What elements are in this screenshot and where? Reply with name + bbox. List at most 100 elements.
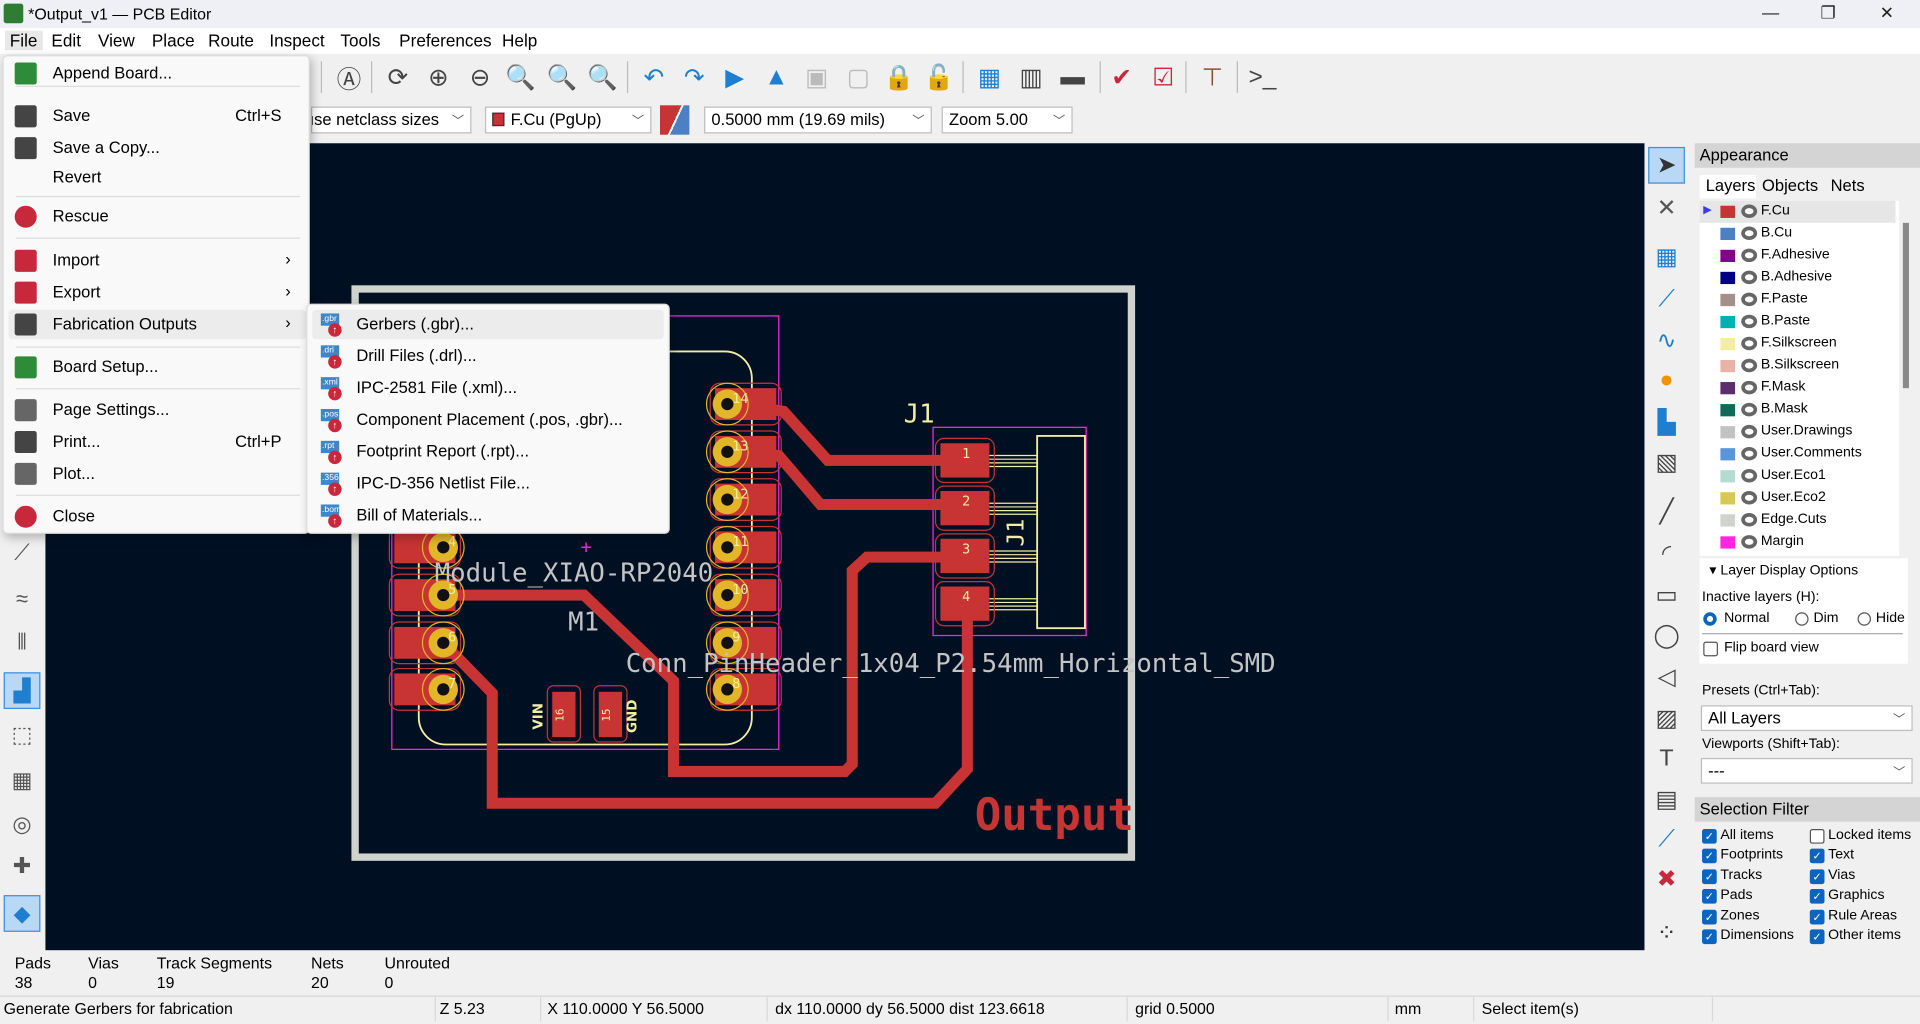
- layer-row-user-eco2[interactable]: User.Eco2: [1700, 487, 1896, 509]
- submenu-item-bom[interactable]: .bom ↑ Bill of Materials...: [312, 501, 663, 530]
- drc-button[interactable]: ✔: [1104, 60, 1138, 94]
- scripting-console-button[interactable]: >_: [1245, 60, 1279, 94]
- menu-item-append-board[interactable]: Append Board...: [9, 59, 307, 88]
- draw-circle-button[interactable]: ◯: [1648, 617, 1685, 654]
- layer-color-swatch[interactable]: [1720, 293, 1736, 307]
- layer-row-b-mask[interactable]: B.Mask: [1700, 399, 1896, 421]
- local-ratsnest-button[interactable]: ✕: [1648, 190, 1685, 227]
- rotate-cw-button[interactable]: ↷: [677, 60, 711, 94]
- layer-row-b-adhesive[interactable]: B.Adhesive: [1700, 267, 1896, 289]
- find-button[interactable]: Ⓐ: [332, 60, 366, 94]
- menu-item-plot[interactable]: Plot...: [9, 459, 307, 488]
- eye-icon[interactable]: [1741, 358, 1758, 373]
- add-image-button[interactable]: ▨: [1648, 700, 1685, 737]
- menu-help[interactable]: Help: [497, 31, 542, 51]
- menu-item-save-a-copy[interactable]: Save a Copy...: [9, 133, 307, 162]
- filter-checkbox-zones[interactable]: ✓: [1702, 909, 1717, 924]
- menu-item-board-setup[interactable]: Board Setup...: [9, 353, 307, 382]
- layer-color-swatch[interactable]: [1720, 426, 1736, 439]
- rotate-ccw-button[interactable]: ↶: [637, 60, 671, 94]
- radio-normal[interactable]: [1703, 612, 1717, 626]
- schematic-button[interactable]: ⊤: [1195, 60, 1229, 94]
- menu-view[interactable]: View: [93, 31, 140, 51]
- fill-zones-button[interactable]: ▟: [3, 672, 41, 709]
- viewports-select[interactable]: --- ﹀: [1700, 757, 1913, 784]
- add-dimension-button[interactable]: ⟋: [1648, 822, 1685, 859]
- presets-select[interactable]: All Layers ﹀: [1700, 705, 1913, 732]
- filter-checkbox-locked-items[interactable]: [1809, 828, 1825, 844]
- filter-checkbox-dimensions[interactable]: ✓: [1702, 929, 1717, 945]
- footprint-outline-button[interactable]: ▦: [4, 762, 41, 799]
- layer-color-swatch[interactable]: [1720, 448, 1736, 461]
- layer-color-swatch[interactable]: [1720, 536, 1736, 549]
- tab-nets[interactable]: Nets: [1824, 175, 1871, 199]
- filter-checkbox-tracks[interactable]: ✓: [1702, 869, 1717, 884]
- add-footprint-button[interactable]: ▦: [1648, 239, 1685, 276]
- eye-icon[interactable]: [1741, 226, 1758, 241]
- filter-checkbox-graphics[interactable]: ✓: [1809, 889, 1825, 904]
- footprint-editor-button[interactable]: ▬: [1056, 60, 1090, 94]
- graphic-outline-button[interactable]: ◆: [3, 895, 41, 932]
- route-track-button[interactable]: ⟋: [1648, 282, 1685, 319]
- menu-item-export[interactable]: Export ›: [9, 278, 307, 307]
- layer-color-swatch[interactable]: [1720, 470, 1736, 483]
- zoom-fit-button[interactable]: 🔍: [503, 60, 537, 94]
- eye-icon[interactable]: [1741, 314, 1758, 329]
- layer-row-margin[interactable]: Margin: [1700, 531, 1896, 553]
- menu-item-revert[interactable]: Revert: [9, 163, 307, 192]
- board-stats-button[interactable]: ☑: [1146, 60, 1180, 94]
- layer-color-swatch[interactable]: [1720, 514, 1736, 527]
- menu-item-import[interactable]: Import ›: [9, 246, 307, 275]
- radio-dim[interactable]: [1795, 612, 1809, 626]
- submenu-item-pos[interactable]: .pos ↑ Component Placement (.pos, .gbr)...: [312, 405, 663, 434]
- layer-display-options-toggle[interactable]: ▾ Layer Display Options: [1709, 561, 1858, 578]
- menu-inspect[interactable]: Inspect: [264, 31, 329, 51]
- eye-icon[interactable]: [1741, 424, 1758, 439]
- menu-item-fabrication-outputs[interactable]: Fabrication Outputs ›: [8, 309, 307, 340]
- radio-hide[interactable]: [1857, 612, 1872, 626]
- submenu-item-gbr[interactable]: .gbr ↑ Gerbers (.gbr)...: [312, 309, 664, 340]
- menu-item-rescue[interactable]: Rescue: [9, 202, 307, 231]
- filter-checkbox-footprints[interactable]: ✓: [1702, 849, 1717, 864]
- ungroup-button[interactable]: ▢: [841, 60, 875, 94]
- eye-icon[interactable]: [1741, 248, 1758, 263]
- filter-checkbox-pads[interactable]: ✓: [1702, 889, 1717, 904]
- filter-checkbox-rule-areas[interactable]: ✓: [1809, 909, 1825, 924]
- filter-checkbox-all-items[interactable]: ✓: [1702, 828, 1717, 844]
- submenu-item-xml[interactable]: .xml ↑ IPC-2581 File (.xml)...: [312, 373, 663, 402]
- layer-color-swatch[interactable]: [1720, 205, 1736, 218]
- layer-row-user-comments[interactable]: User.Comments: [1700, 443, 1896, 465]
- layer-pair-icon[interactable]: [660, 105, 690, 135]
- layer-color-swatch[interactable]: [1720, 315, 1736, 329]
- tune-length-button[interactable]: ∿: [1648, 322, 1685, 359]
- footprint-browser-button[interactable]: ▥: [1014, 60, 1048, 94]
- eye-icon[interactable]: [1741, 204, 1758, 218]
- close-window-button[interactable]: ✕: [1872, 2, 1901, 24]
- layer-color-swatch[interactable]: [1720, 227, 1736, 241]
- layer-row-f-silkscreen[interactable]: F.Silkscreen: [1700, 333, 1896, 355]
- layer-color-swatch[interactable]: [1720, 249, 1736, 263]
- layer-row-edge-cuts[interactable]: Edge.Cuts: [1700, 509, 1896, 531]
- zoom-in-button[interactable]: ⊕: [421, 60, 455, 94]
- menu-place[interactable]: Place: [147, 31, 200, 51]
- submenu-item-rpt[interactable]: .rpt ↑ Footprint Report (.rpt)...: [312, 437, 663, 466]
- layer-row-f-cu[interactable]: ▶ F.Cu: [1699, 200, 1896, 223]
- curved-ratsnest-button[interactable]: ≈: [4, 580, 41, 617]
- layer-row-f-mask[interactable]: F.Mask: [1700, 377, 1896, 399]
- group-button[interactable]: ▣: [800, 60, 834, 94]
- layer-color-swatch[interactable]: [1720, 271, 1736, 285]
- eye-icon[interactable]: [1741, 380, 1758, 395]
- lock-button[interactable]: 🔒: [882, 60, 916, 94]
- menu-route[interactable]: Route: [203, 31, 259, 51]
- add-rule-area-button[interactable]: ▧: [1648, 444, 1685, 481]
- eye-icon[interactable]: [1741, 468, 1758, 483]
- eye-icon[interactable]: [1741, 270, 1758, 285]
- add-zone-button[interactable]: ▙: [1648, 404, 1685, 441]
- menu-item-close[interactable]: Close: [9, 502, 307, 531]
- filter-checkbox-vias[interactable]: ✓: [1809, 869, 1825, 884]
- select-button[interactable]: ➤: [1648, 146, 1685, 184]
- filter-checkbox-other-items[interactable]: ✓: [1809, 929, 1825, 945]
- menu-edit[interactable]: Edit: [47, 31, 86, 51]
- menu-item-print[interactable]: Print... Ctrl+P: [9, 427, 307, 456]
- add-via-button[interactable]: ●: [1648, 362, 1685, 399]
